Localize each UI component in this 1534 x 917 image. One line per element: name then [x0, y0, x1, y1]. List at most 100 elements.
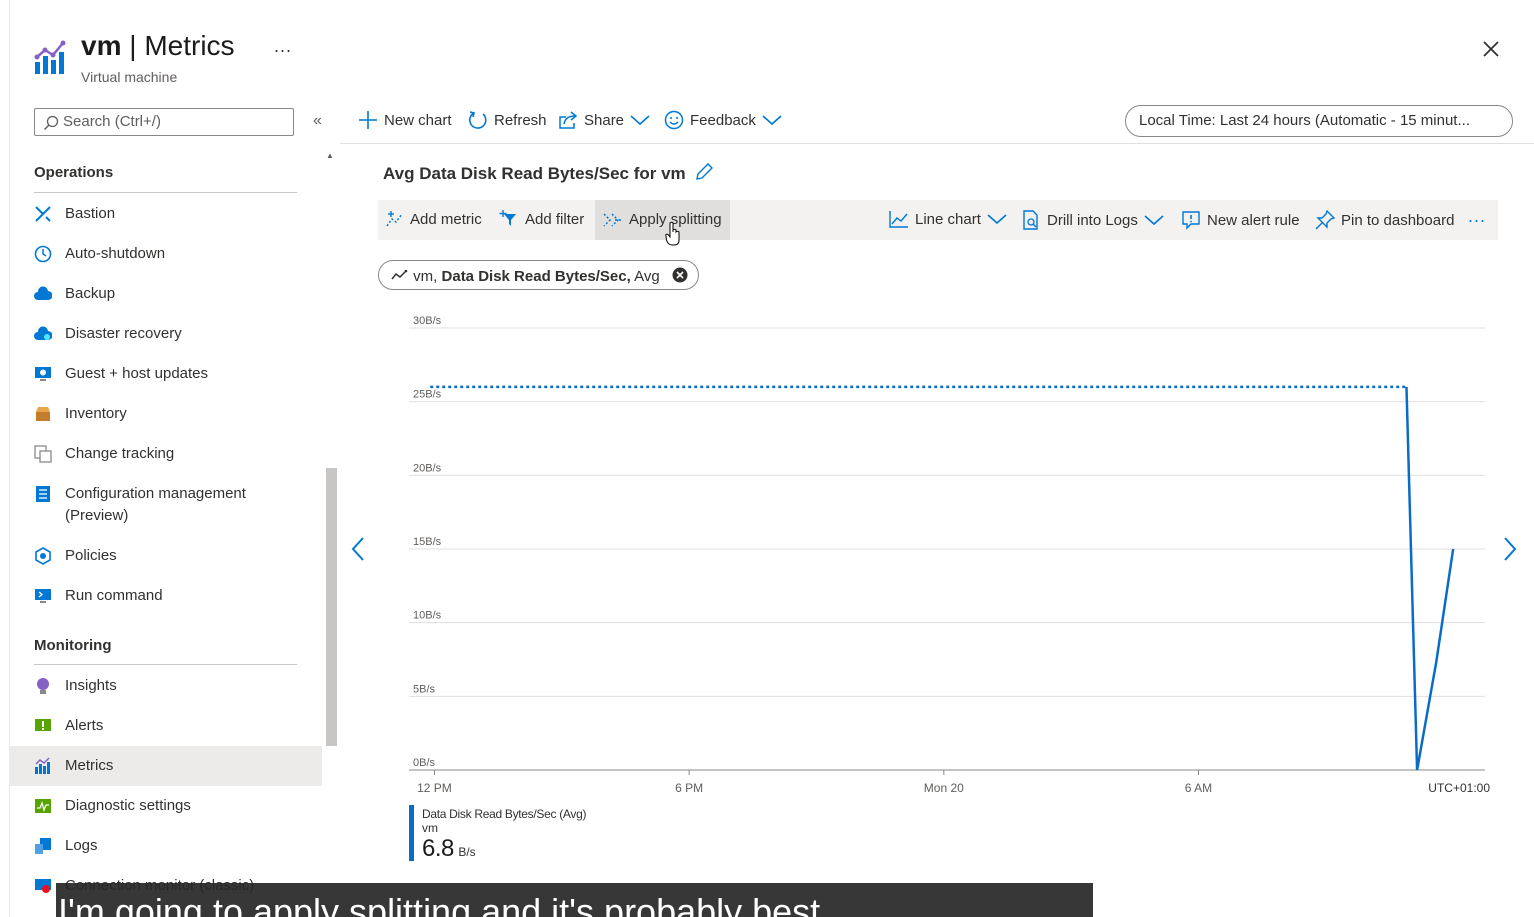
sidebar-item-change-tracking[interactable]: Change tracking [9, 434, 322, 474]
sidebar-item-label: Guest + host updates [65, 365, 209, 382]
drill-into-logs-label: Drill into Logs [1047, 211, 1138, 229]
sidebar-item-alerts[interactable]: Alerts [9, 706, 322, 746]
sidebar-item-disaster-recovery[interactable]: Disaster recovery [9, 314, 322, 354]
inventory-icon [36, 407, 50, 421]
legend-value-row: 6.8 B/s [422, 835, 476, 863]
legend-color-bar [409, 805, 414, 861]
legend-value: 6.8 [422, 835, 454, 862]
y-tick-label: 15B/s [413, 536, 442, 548]
chart-title: Avg Data Disk Read Bytes/Sec for vm [383, 162, 714, 184]
video-caption: I'm going to apply splitting and it's pr… [56, 883, 1093, 917]
toolbar-divider [340, 143, 1534, 144]
chart-title-text: Avg Data Disk Read Bytes/Sec for vm [383, 164, 686, 183]
share-icon [559, 111, 578, 129]
share-button[interactable]: Share [558, 110, 650, 130]
pill-aggregation: Avg [634, 268, 660, 285]
sidebar-item-guest-host-updates[interactable]: Guest + host updates [9, 354, 322, 394]
x-tick-label: 12 PM [417, 781, 452, 795]
plus-icon [359, 111, 377, 129]
refresh-button[interactable]: Refresh [468, 110, 547, 130]
metric-line-chart: 0B/s 5B/s 10B/s 15B/s 20B/s 25B/s 30B/s 12 PM 6 … [409, 315, 1490, 795]
add-metric-icon [386, 211, 403, 227]
sidebar-item-auto-shutdown[interactable]: Auto-shutdown [9, 234, 322, 274]
sidebar-item-label: Change tracking [65, 445, 175, 462]
hand-cursor-icon [665, 221, 680, 246]
sidebar-item-logs[interactable]: Logs [9, 826, 322, 866]
y-tick-label: 20B/s [413, 462, 442, 474]
disaster-recovery-icon [34, 326, 52, 340]
new-alert-rule-button[interactable]: New alert rule [1181, 210, 1300, 230]
sidebar-item-label: Configuration management [65, 485, 246, 502]
pin-to-dashboard-button[interactable]: Pin to dashboard [1315, 210, 1454, 230]
sidebar-item-label: Diagnostic settings [65, 797, 191, 814]
sidebar-item-diagnostic-settings[interactable]: Diagnostic settings [9, 786, 322, 826]
sidebar-item-backup[interactable]: Backup [9, 274, 322, 314]
search-input[interactable] [63, 113, 288, 130]
section-monitoring-title: Monitoring [34, 637, 112, 654]
chart-more-button[interactable]: ... [1468, 206, 1486, 227]
close-icon[interactable] [1478, 36, 1504, 62]
sidebar-item-insights[interactable]: Insights [9, 666, 322, 706]
x-tick-label: 6 AM [1185, 781, 1212, 795]
feedback-label: Feedback [690, 111, 756, 129]
pin-icon [1315, 210, 1335, 230]
share-label: Share [584, 111, 625, 129]
change-tracking-icon [34, 445, 52, 463]
configuration-icon [36, 486, 50, 502]
search-icon [44, 115, 59, 130]
new-alert-rule-label: New alert rule [1207, 211, 1300, 229]
page-name: Metrics [144, 30, 235, 61]
clock-icon [34, 245, 52, 263]
chevron-left-icon[interactable] [350, 535, 366, 570]
sidebar-item-label: Bastion [65, 205, 116, 222]
sidebar-item-label: Alerts [65, 717, 104, 734]
sidebar-search[interactable] [34, 108, 294, 136]
y-tick-label: 25B/s [413, 389, 442, 401]
caption-text: I'm going to apply splitting and it's pr… [58, 891, 821, 917]
y-tick-label: 30B/s [413, 315, 442, 327]
add-filter-button[interactable]: Add filter [499, 210, 584, 228]
collapse-sidebar-button[interactable]: « [313, 112, 322, 130]
pill-metric: Data Disk Read Bytes/Sec, [441, 268, 631, 285]
alerts-icon [35, 719, 51, 731]
bastion-icon [35, 206, 51, 222]
filter-icon [499, 210, 516, 226]
metric-pill[interactable]: vm, Data Disk Read Bytes/Sec, Avg [378, 260, 699, 290]
apply-splitting-button[interactable]: Apply splitting [595, 200, 730, 240]
sidebar-item-policies[interactable]: Policies [9, 536, 322, 576]
logs-search-icon [1023, 210, 1038, 230]
section-operations-title: Operations [34, 164, 114, 181]
smiley-icon [664, 110, 684, 130]
logs-icon [35, 838, 51, 854]
sidebar-item-configuration-management[interactable]: Configuration management (Preview) [9, 474, 322, 536]
scroll-up-arrow-icon[interactable]: ▲ [326, 151, 334, 160]
sidebar-item-label: Policies [65, 547, 117, 564]
new-chart-button[interactable]: New chart [358, 110, 452, 130]
chevron-down-icon [1144, 215, 1164, 226]
edit-pencil-icon[interactable] [694, 162, 714, 182]
sidebar-item-metrics[interactable]: Metrics [9, 746, 322, 786]
feedback-button[interactable]: Feedback [664, 110, 782, 130]
sidebar-item-inventory[interactable]: Inventory [9, 394, 322, 434]
chevron-right-icon[interactable] [1502, 535, 1518, 570]
chart-toolbar: Add metric Add filter Apply splitting Li… [378, 200, 1498, 246]
add-metric-button[interactable]: Add metric [386, 210, 482, 228]
time-range-picker[interactable]: Local Time: Last 24 hours (Automatic - 1… [1125, 105, 1513, 137]
sidebar-item-label: Insights [65, 677, 117, 694]
refresh-icon [468, 111, 487, 129]
y-tick-label: 5B/s [413, 683, 436, 695]
line-chart-dropdown[interactable]: Line chart [889, 210, 1007, 228]
add-filter-label: Add filter [525, 210, 585, 228]
remove-metric-icon[interactable] [672, 267, 688, 283]
more-options-button[interactable]: ... [274, 36, 292, 57]
sidebar-item-run-command[interactable]: Run command [9, 576, 322, 616]
connection-monitor-icon [35, 879, 51, 893]
metric-sparkline-icon [391, 269, 408, 280]
line-chart-icon [889, 211, 908, 228]
sidebar-item-label: Disaster recovery [65, 325, 182, 342]
sidebar-item-bastion[interactable]: Bastion [9, 194, 322, 234]
legend-unit: B/s [458, 845, 476, 859]
drill-into-logs-dropdown[interactable]: Drill into Logs [1021, 210, 1164, 230]
sidebar-scrollbar-thumb[interactable] [326, 468, 337, 746]
insights-bulb-icon [37, 678, 49, 694]
